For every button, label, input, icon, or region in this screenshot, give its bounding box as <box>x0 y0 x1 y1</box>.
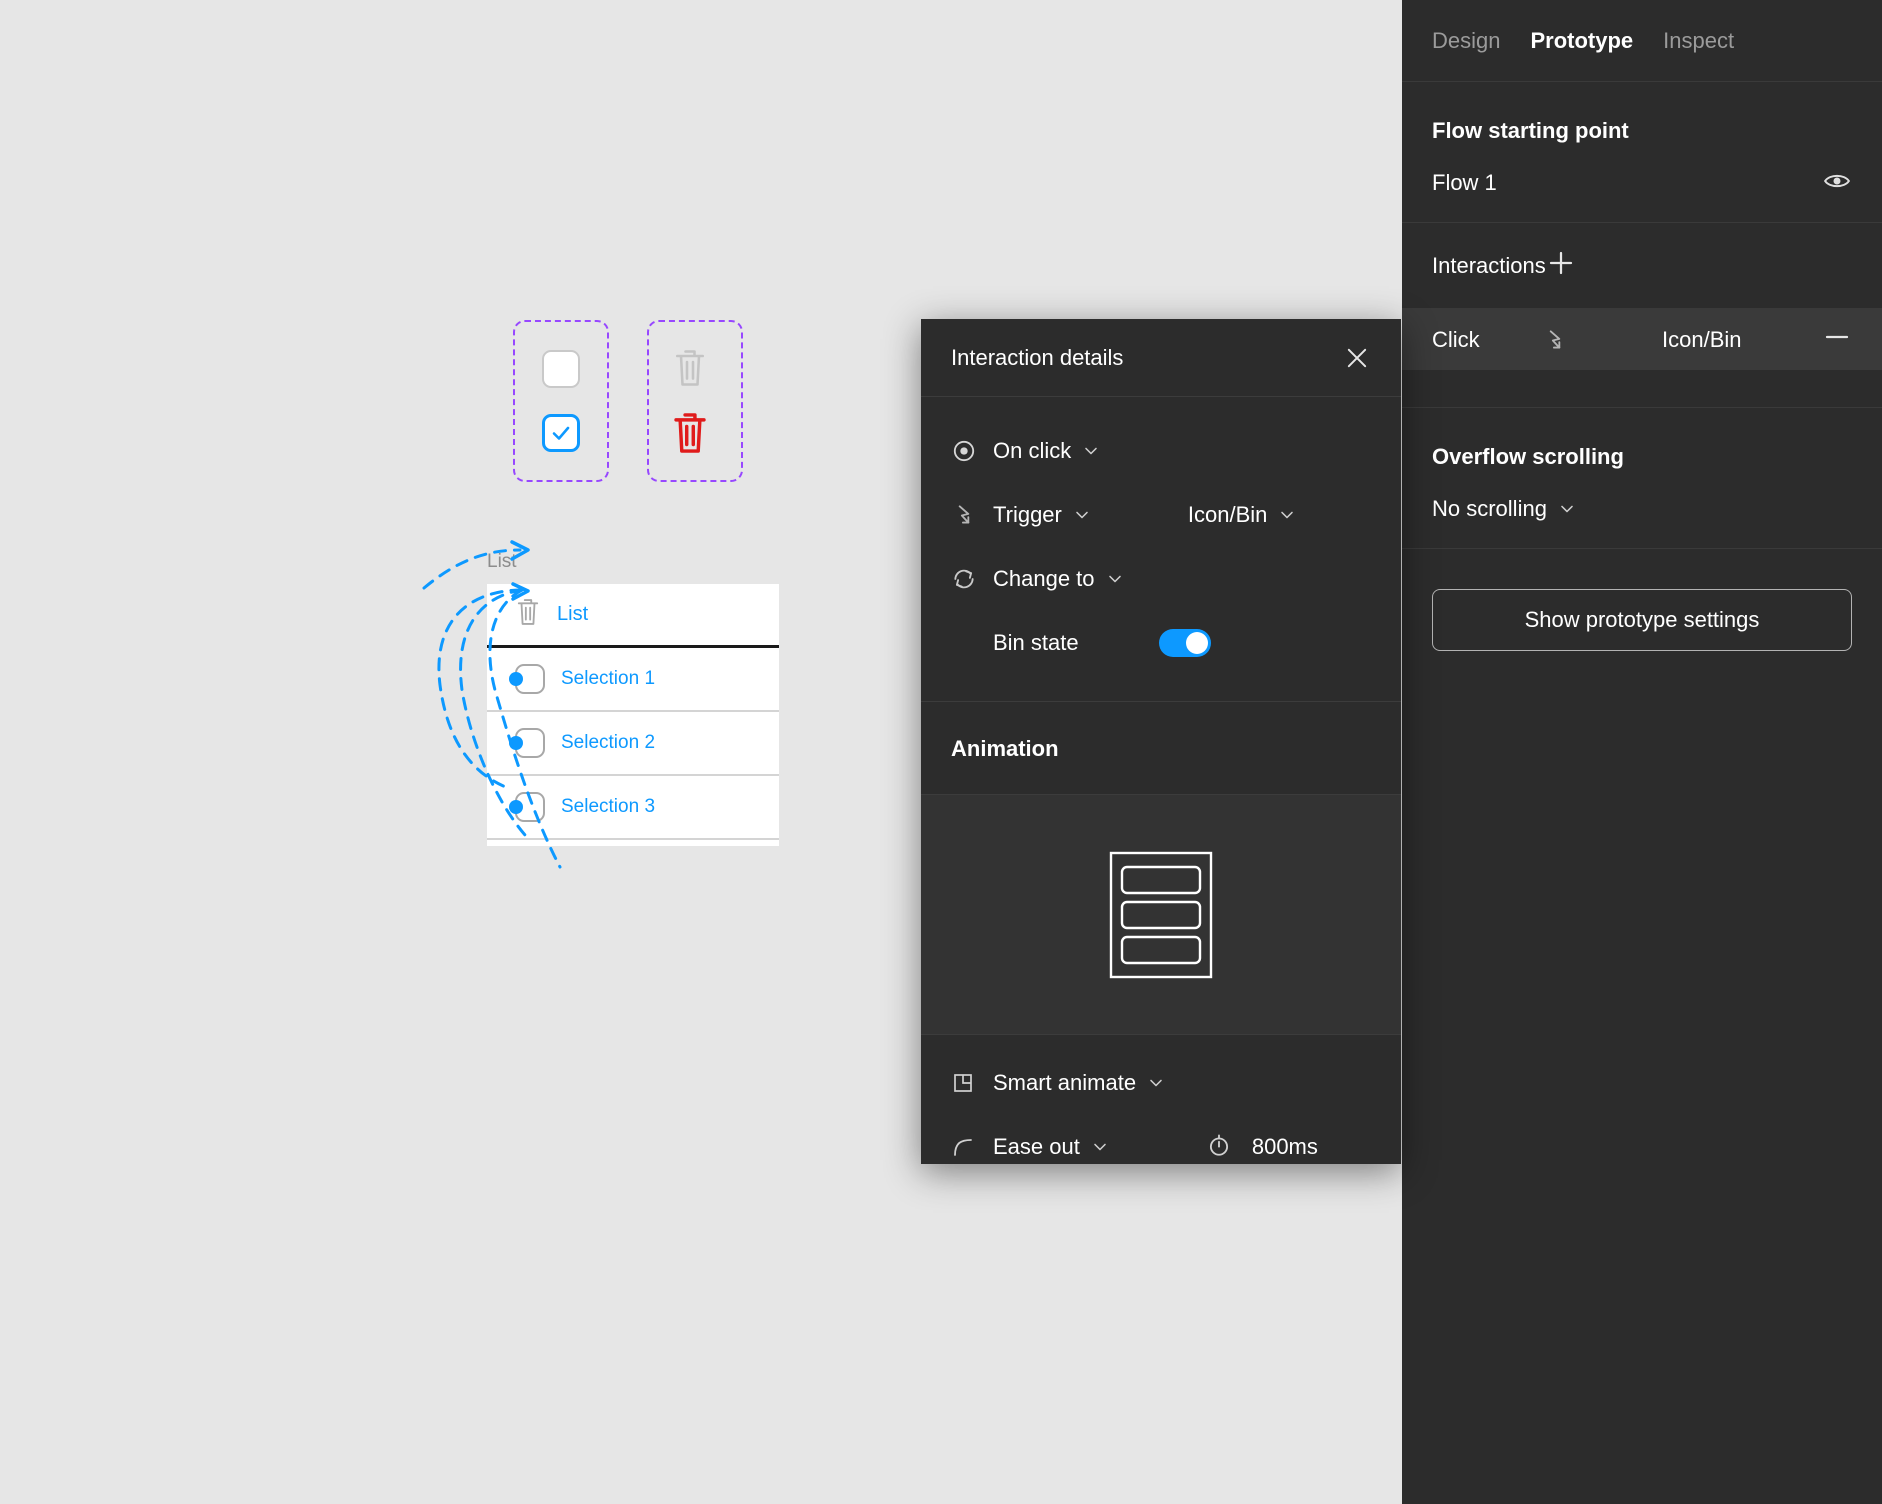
chevron-down-icon[interactable] <box>1081 441 1101 461</box>
interaction-arrow-icon <box>951 502 993 528</box>
animation-preview <box>921 795 1401 1035</box>
radio-dot-icon <box>951 438 993 464</box>
frame-list-preview-icon <box>1109 851 1213 978</box>
minus-icon[interactable] <box>1822 322 1852 357</box>
on-click-row[interactable]: On click <box>921 419 1401 483</box>
chevron-down-icon[interactable] <box>1557 499 1577 519</box>
change-to-row[interactable]: Change to <box>921 547 1401 611</box>
tab-design[interactable]: Design <box>1432 28 1500 54</box>
modal-title: Interaction details <box>951 344 1124 370</box>
close-icon[interactable] <box>1343 344 1371 372</box>
connection-dot[interactable] <box>509 800 523 814</box>
flow-section-title: Flow starting point <box>1432 118 1629 143</box>
animation-section-title: Animation <box>921 702 1401 795</box>
bin-icon <box>674 413 706 453</box>
overflow-section-title: Overflow scrolling <box>1432 444 1624 469</box>
overflow-value[interactable]: No scrolling <box>1432 496 1547 522</box>
eye-icon[interactable] <box>1822 166 1852 201</box>
show-prototype-settings-button[interactable]: Show prototype settings <box>1432 589 1852 651</box>
animation-duration-value[interactable]: 800ms <box>1252 1134 1318 1160</box>
interaction-arrow-icon <box>1542 327 1662 353</box>
change-to-label: Change to <box>993 566 1095 591</box>
swap-icon <box>951 566 993 592</box>
tab-prototype[interactable]: Prototype <box>1530 28 1633 54</box>
component-set-checkbox[interactable] <box>513 320 609 482</box>
animation-easing-row[interactable]: Ease out 800ms <box>921 1115 1401 1179</box>
chevron-down-icon[interactable] <box>1072 505 1092 525</box>
tab-inspect[interactable]: Inspect <box>1663 28 1734 54</box>
animation-type-row[interactable]: Smart animate <box>921 1051 1401 1115</box>
smart-animate-icon <box>951 1071 993 1095</box>
list-item-label: Selection 3 <box>561 796 656 817</box>
trigger-row[interactable]: Trigger Icon/Bin <box>921 483 1401 547</box>
sidebar-tabs[interactable]: Design Prototype Inspect <box>1402 0 1882 82</box>
animation-type-label[interactable]: Smart animate <box>993 1070 1136 1096</box>
on-click-label: On click <box>993 438 1072 463</box>
check-icon <box>552 426 570 440</box>
plus-icon[interactable] <box>1546 248 1576 283</box>
bin-active-variant[interactable] <box>670 410 710 461</box>
interactions-title: Interactions <box>1432 252 1546 278</box>
trigger-value[interactable]: Icon/Bin <box>1188 502 1268 528</box>
bin-icon <box>515 596 541 633</box>
checkbox-checked-variant[interactable] <box>542 414 580 452</box>
list-header-label: List <box>557 603 589 625</box>
connection-dot[interactable] <box>509 672 523 686</box>
ease-curve-icon <box>951 1135 993 1159</box>
connection-dot[interactable] <box>509 736 523 750</box>
list-item-label: Selection 2 <box>561 732 656 753</box>
flow-name: Flow 1 <box>1432 170 1497 195</box>
animation-duration-group[interactable]: 800ms <box>1206 1132 1318 1163</box>
animation-easing-label[interactable]: Ease out <box>993 1134 1080 1160</box>
bin-state-toggle[interactable] <box>1158 629 1211 657</box>
modal-header: Interaction details <box>921 319 1401 397</box>
flow-row[interactable]: Flow 1 <box>1402 144 1882 222</box>
trigger-settings-section: On click Trigger Icon/Bin Change to Bin … <box>921 397 1401 702</box>
interaction-target-label: Icon/Bin <box>1662 326 1742 352</box>
interaction-row-click[interactable]: Click Icon/Bin <box>1402 309 1882 371</box>
list-item-label: Selection 1 <box>561 668 656 689</box>
trigger-label: Trigger <box>993 502 1062 527</box>
flow-starting-point-section: Flow starting point Flow 1 <box>1402 82 1882 223</box>
chevron-down-icon[interactable] <box>1146 1073 1166 1093</box>
interaction-trigger-label: Click <box>1432 326 1480 352</box>
toggle-knob <box>1185 632 1208 654</box>
interaction-details-modal[interactable]: Interaction details On click Trigger Ico… <box>921 319 1401 1164</box>
connector-arrowhead-group <box>422 540 530 590</box>
interactions-header: Interactions <box>1402 223 1882 309</box>
list-item[interactable]: Selection 1 <box>487 648 779 712</box>
bin-icon <box>675 350 705 386</box>
chevron-down-icon[interactable] <box>1105 569 1125 589</box>
bin-default-variant[interactable] <box>672 347 708 394</box>
list-component[interactable]: List Selection 1 Selection 2 Selection 3 <box>487 584 779 846</box>
chevron-down-icon[interactable] <box>1090 1137 1110 1157</box>
chevron-down-icon[interactable] <box>1277 505 1297 525</box>
list-item[interactable]: Selection 2 <box>487 712 779 776</box>
bin-state-label: Bin state <box>993 630 1079 655</box>
checkbox-unchecked-variant[interactable] <box>542 350 580 388</box>
overflow-row[interactable]: No scrolling <box>1402 470 1882 548</box>
animation-controls: Smart animate Ease out 800ms <box>921 1035 1401 1201</box>
list-item[interactable]: Selection 3 <box>487 776 779 840</box>
stopwatch-icon <box>1206 1132 1232 1163</box>
overflow-scrolling-section: Overflow scrolling No scrolling <box>1402 407 1882 549</box>
right-sidebar[interactable]: Design Prototype Inspect Flow starting p… <box>1402 0 1882 1504</box>
bin-state-row[interactable]: Bin state <box>921 611 1401 675</box>
